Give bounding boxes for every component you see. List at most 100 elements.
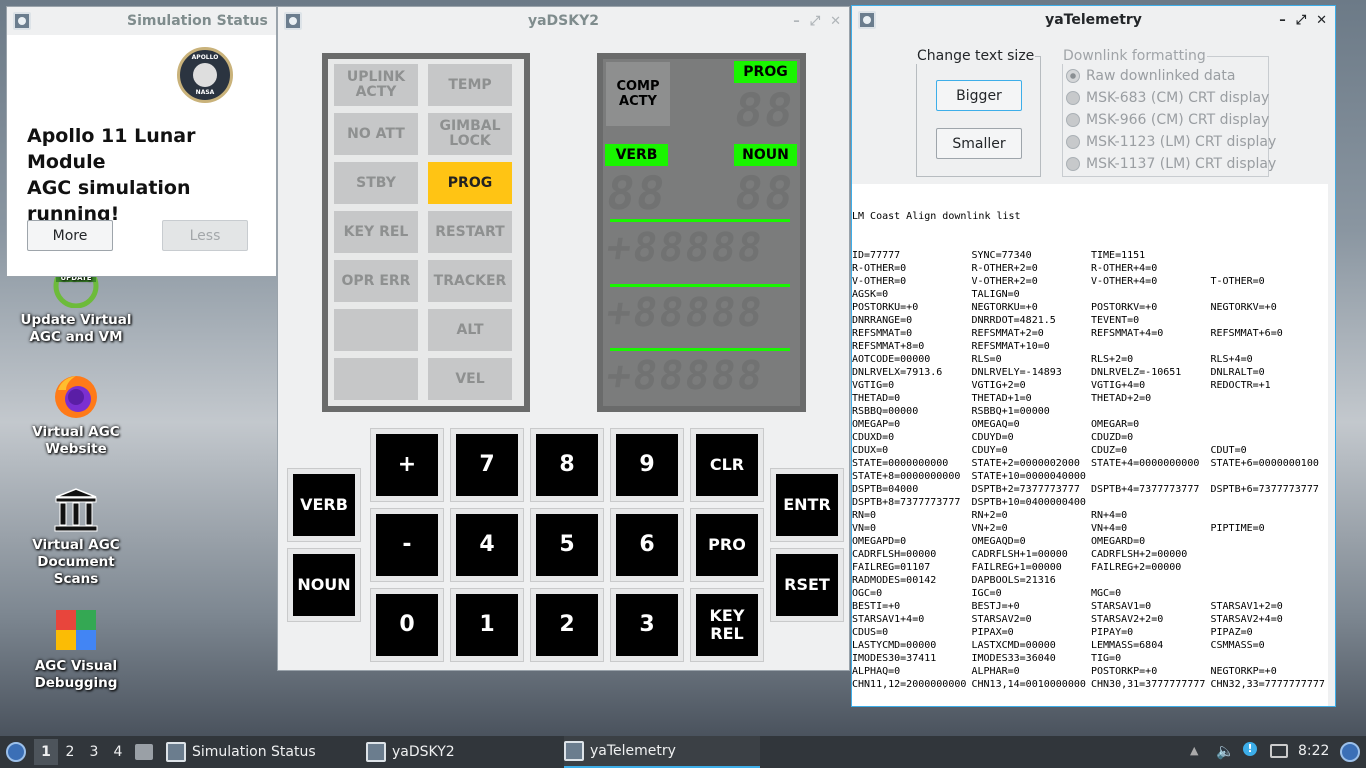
tray-up-arrow-icon[interactable]: ▲ xyxy=(1190,744,1204,760)
four-key[interactable]: 4 xyxy=(450,508,524,582)
five-key[interactable]: 5 xyxy=(530,508,604,582)
minus-key[interactable]: - xyxy=(370,508,444,582)
volume-icon[interactable]: 🔈 xyxy=(1216,742,1235,760)
telemetry-cell: BESTI=+0 xyxy=(852,601,901,612)
nine-key[interactable]: 9 xyxy=(610,428,684,502)
task-yatelemetry[interactable]: yaTelemetry xyxy=(564,736,760,768)
taskbar: 1 2 3 4 Simulation Status yaDSKY2 yaTele… xyxy=(0,736,1366,768)
bigger-button[interactable]: Bigger xyxy=(936,80,1022,111)
telemetry-cell: FAILREG+1=00000 xyxy=(971,562,1062,573)
telemetry-cell: STATE+2=0000002000 xyxy=(971,458,1080,469)
telemetry-cell: CHN13,14=0010000000 xyxy=(971,679,1086,690)
clr-key[interactable]: CLR xyxy=(690,428,764,502)
telemetry-cell: R-OTHER+2=0 xyxy=(971,263,1038,274)
telemetry-cell: FAILREG+2=00000 xyxy=(1091,562,1182,573)
telemetry-cell: VGTIG+4=0 xyxy=(1091,380,1146,391)
minimize-icon[interactable]: – xyxy=(793,14,800,29)
telemetry-cell: DAPBOOLS=21316 xyxy=(971,575,1056,586)
indicator-lamp xyxy=(334,309,418,351)
three-key[interactable]: 3 xyxy=(610,588,684,662)
close-icon[interactable]: ✕ xyxy=(1316,13,1327,28)
workspace-4[interactable]: 4 xyxy=(106,744,130,760)
key-rel-key[interactable]: KEY REL xyxy=(690,588,764,662)
dsky-titlebar[interactable]: yaDSKY2 – ⤢ ✕ xyxy=(278,7,849,35)
notification-icon[interactable]: ! xyxy=(1243,742,1257,756)
radio-raw: Raw downlinked data xyxy=(1066,65,1276,87)
telemetry-row: OGC=0 IGC=0 MGC=0 xyxy=(852,587,1330,600)
window-title: Simulation Status xyxy=(127,13,268,29)
two-key[interactable]: 2 xyxy=(530,588,604,662)
noun-key[interactable]: NOUN xyxy=(287,548,361,622)
telemetry-cell: REDOCTR=+1 xyxy=(1210,380,1271,391)
zero-key[interactable]: 0 xyxy=(370,588,444,662)
verb-key[interactable]: VERB xyxy=(287,468,361,542)
telemetry-row: REFSMMAT=0 REFSMMAT+2=0 REFSMMAT+4=0 REFSMM… xyxy=(852,327,1330,340)
seven-key[interactable]: 7 xyxy=(450,428,524,502)
telemetry-list: LM Coast Align downlink list ID=77777 SYN… xyxy=(852,184,1330,717)
workspace-3[interactable]: 3 xyxy=(82,744,106,760)
maximize-icon[interactable]: ⤢ xyxy=(1296,13,1306,28)
one-key[interactable]: 1 xyxy=(450,588,524,662)
telemetry-cell: PIPAY=0 xyxy=(1091,627,1134,638)
telemetry-row: BESTI=+0 BESTJ=+0 STARSAV1=0 STARSAV1+2=0 xyxy=(852,600,1330,613)
telemetry-cell xyxy=(1211,314,1331,327)
telemetry-cell xyxy=(1091,340,1211,353)
telemetry-cell: PIPAZ=0 xyxy=(1210,627,1253,638)
indicator-lamp: OPR ERR xyxy=(334,260,418,302)
telemetry-cell: CDUS=0 xyxy=(852,627,889,638)
indicator-lamp: KEY REL xyxy=(334,211,418,253)
telemetry-cell: CADRFLSH=00000 xyxy=(852,549,937,560)
maximize-icon[interactable]: ⤢ xyxy=(810,14,820,29)
telemetry-row: ID=77777 SYNC=77340 TIME=1151 xyxy=(852,249,1330,262)
smaller-button[interactable]: Smaller xyxy=(936,128,1022,159)
minimize-icon[interactable]: – xyxy=(1279,13,1286,28)
workspace-1[interactable]: 1 xyxy=(34,739,58,765)
rset-key[interactable]: RSET xyxy=(770,548,844,622)
radio-icon xyxy=(1066,91,1080,105)
eight-key[interactable]: 8 xyxy=(530,428,604,502)
more-button[interactable]: More xyxy=(27,220,113,251)
task-simulation-status[interactable]: Simulation Status xyxy=(166,736,362,768)
radio-msk-966: MSK-966 (CM) CRT display xyxy=(1066,109,1276,131)
telemetry-cell: IGC=0 xyxy=(971,588,1002,599)
start-menu-icon[interactable] xyxy=(6,742,26,762)
telemetry-cell: DSPTB=04000 xyxy=(852,484,919,495)
indicator-lamp: VEL xyxy=(428,358,512,400)
downlink-group-title: Downlink formatting xyxy=(1062,48,1207,64)
telemetry-cell: R-OTHER+4=0 xyxy=(1091,263,1158,274)
telemetry-cell: CDUZD=0 xyxy=(1091,432,1134,443)
workspace-2[interactable]: 2 xyxy=(58,744,82,760)
telemetry-row: OMEGAPD=0 OMEGAQD=0 OMEGARD=0 xyxy=(852,535,1330,548)
telemetry-cell: REFSMMAT=0 xyxy=(852,328,913,339)
archive-building-icon xyxy=(52,487,100,533)
radio-msk-683: MSK-683 (CM) CRT display xyxy=(1066,87,1276,109)
telemetry-row: CDUS=0 PIPAX=0 PIPAY=0 PIPAZ=0 xyxy=(852,626,1330,639)
simulation-status-titlebar[interactable]: Simulation Status xyxy=(7,7,276,35)
telemetry-cell: CDUXD=0 xyxy=(852,432,895,443)
plus-key[interactable]: + xyxy=(370,428,444,502)
desktop-icon-debugging[interactable]: AGC Visual Debugging xyxy=(20,608,132,692)
show-desktop-icon[interactable] xyxy=(135,744,153,760)
verb-digits: 88 xyxy=(603,166,671,220)
telemetry-cell: OMEGARD=0 xyxy=(1091,536,1146,547)
telemetry-cell: PIPAX=0 xyxy=(971,627,1014,638)
entr-key[interactable]: ENTR xyxy=(770,468,844,542)
telemetry-cell: REFSMMAT+2=0 xyxy=(971,328,1044,339)
telemetry-cell: RLS+2=0 xyxy=(1091,354,1134,365)
network-icon[interactable] xyxy=(1270,744,1288,758)
pro-key[interactable]: PRO xyxy=(690,508,764,582)
desktop-icon-scans[interactable]: Virtual AGC Document Scans xyxy=(20,487,132,588)
telemetry-cell: ALPHAQ=0 xyxy=(852,666,901,677)
clock[interactable]: 8:22 xyxy=(1298,743,1329,759)
telemetry-row: CHN11,12=2000000000 CHN13,14=0010000000 CH… xyxy=(852,678,1330,691)
logout-icon[interactable] xyxy=(1340,742,1360,762)
six-key[interactable]: 6 xyxy=(610,508,684,582)
close-icon[interactable]: ✕ xyxy=(830,14,841,29)
telemetry-cell: DNLRVELY=-14893 xyxy=(971,367,1062,378)
less-button: Less xyxy=(162,220,248,251)
task-yadsky2[interactable]: yaDSKY2 xyxy=(366,736,562,768)
desktop-icon-website[interactable]: Virtual AGC Website xyxy=(20,374,132,458)
telemetry-row: POSTORKU=+0 NEGTORKU=+0 POSTORKV=+0 NEGTORK… xyxy=(852,301,1330,314)
telemetry-titlebar[interactable]: yaTelemetry – ⤢ ✕ xyxy=(852,6,1335,34)
telemetry-row: AOTCODE=00000 RLS=0 RLS+2=0 RLS+4=0 xyxy=(852,353,1330,366)
